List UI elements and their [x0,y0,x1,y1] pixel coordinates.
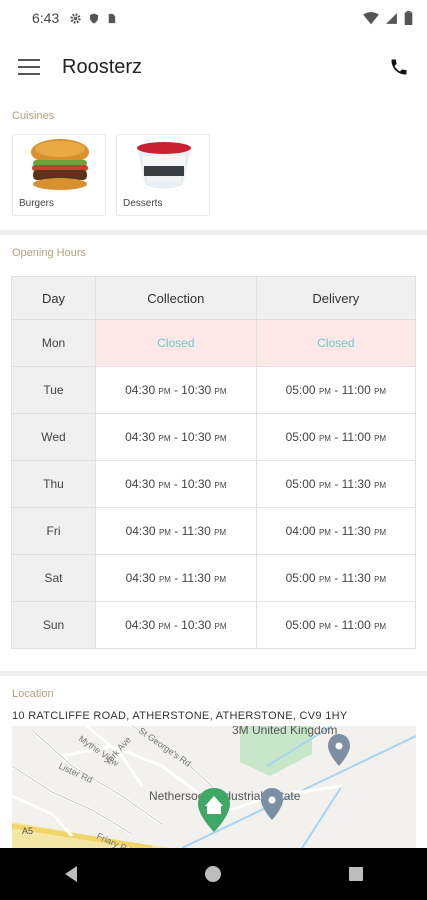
delivery-cell: 05:00 PM - 11:00 PM [255,601,417,649]
cuisine-label: Desserts [123,198,163,209]
address-text: 10 RATCLIFFE ROAD, ATHERSTONE, ATHERSTON… [12,710,348,722]
delivery-cell: 05:00 PM - 11:00 PM [255,413,417,461]
column-header-day: Day [11,276,96,320]
delivery-cell: 05:00 PM - 11:30 PM [255,554,417,602]
opening-hours-section-title: Opening Hours [12,247,86,259]
collection-cell: 04:30 PM - 11:30 PM [95,507,257,555]
delivery-cell: 05:00 PM - 11:00 PM [255,366,417,414]
map-label-road-number: A5 [22,826,33,836]
day-cell: Sat [11,554,96,602]
cuisine-label: Burgers [19,198,55,209]
status-time: 6:43 [32,10,60,26]
collection-cell: 04:30 PM - 10:30 PM [95,601,257,649]
location-map[interactable]: 3M United Kingdom Nethersood Industrial … [12,726,416,848]
column-header-delivery: Delivery [255,276,417,320]
day-cell: Fri [11,507,96,555]
day-cell: Wed [11,413,96,461]
cuisines-section-title: Cuisines [12,110,55,122]
day-cell: Mon [11,319,96,367]
collection-cell: Closed [95,319,257,367]
page-title: Roosterz [62,55,143,78]
shield-icon [90,13,99,23]
table-row: Tue 04:30 PM - 10:30 PM 05:00 PM - 11:00… [11,366,417,414]
sim-card-icon [109,13,116,23]
table-row: Mon Closed Closed [11,319,417,367]
map-canvas: 3M United Kingdom Nethersood Industrial … [12,726,416,848]
collection-cell: 04:30 PM - 10:30 PM [95,366,257,414]
delivery-cell: 04:00 PM - 11:30 PM [255,507,417,555]
menu-icon[interactable] [18,59,40,75]
settings-icon [70,12,81,24]
home-button[interactable] [201,862,225,886]
back-button[interactable] [59,862,83,886]
wifi-icon [363,11,379,24]
system-nav-bar [0,848,427,900]
table-row: Wed 04:30 PM - 10:30 PM 05:00 PM - 11:00… [11,413,417,461]
back-icon [65,866,78,882]
column-header-collection: Collection [95,276,257,320]
collection-cell: 04:30 PM - 10:30 PM [95,460,257,508]
recents-button[interactable] [344,862,368,886]
table-row: Thu 04:30 PM - 10:30 PM 05:00 PM - 11:30… [11,460,417,508]
map-label-place1: 3M United Kingdom [232,726,337,737]
recents-icon [348,867,363,881]
phone-icon[interactable] [389,57,409,77]
status-bar: 6:43 [0,0,427,36]
collection-cell: 04:30 PM - 11:30 PM [95,554,257,602]
cuisine-card-burgers[interactable]: Burgers [12,134,106,216]
delivery-cell: 05:00 PM - 11:30 PM [255,460,417,508]
day-cell: Tue [11,366,96,414]
app-bar: Roosterz [0,36,427,98]
burger-image [31,139,89,190]
table-row: Fri 04:30 PM - 11:30 PM 04:00 PM - 11:30… [11,507,417,555]
day-cell: Thu [11,460,96,508]
battery-icon [404,11,413,25]
cuisine-list: Burgers Desserts [0,122,427,216]
signal-icon [386,12,397,24]
cuisine-card-desserts[interactable]: Desserts [116,134,210,216]
dessert-image [137,142,191,189]
day-cell: Sun [11,601,96,649]
opening-hours-table: Day Collection Delivery Mon Closed Close… [11,276,417,649]
location-section-title: Location [12,688,54,700]
table-row: Sat 04:30 PM - 11:30 PM 05:00 PM - 11:30… [11,554,417,602]
home-icon [205,866,222,882]
table-row: Sun 04:30 PM - 10:30 PM 05:00 PM - 11:00… [11,601,417,649]
delivery-cell: Closed [255,319,417,367]
collection-cell: 04:30 PM - 10:30 PM [95,413,257,461]
